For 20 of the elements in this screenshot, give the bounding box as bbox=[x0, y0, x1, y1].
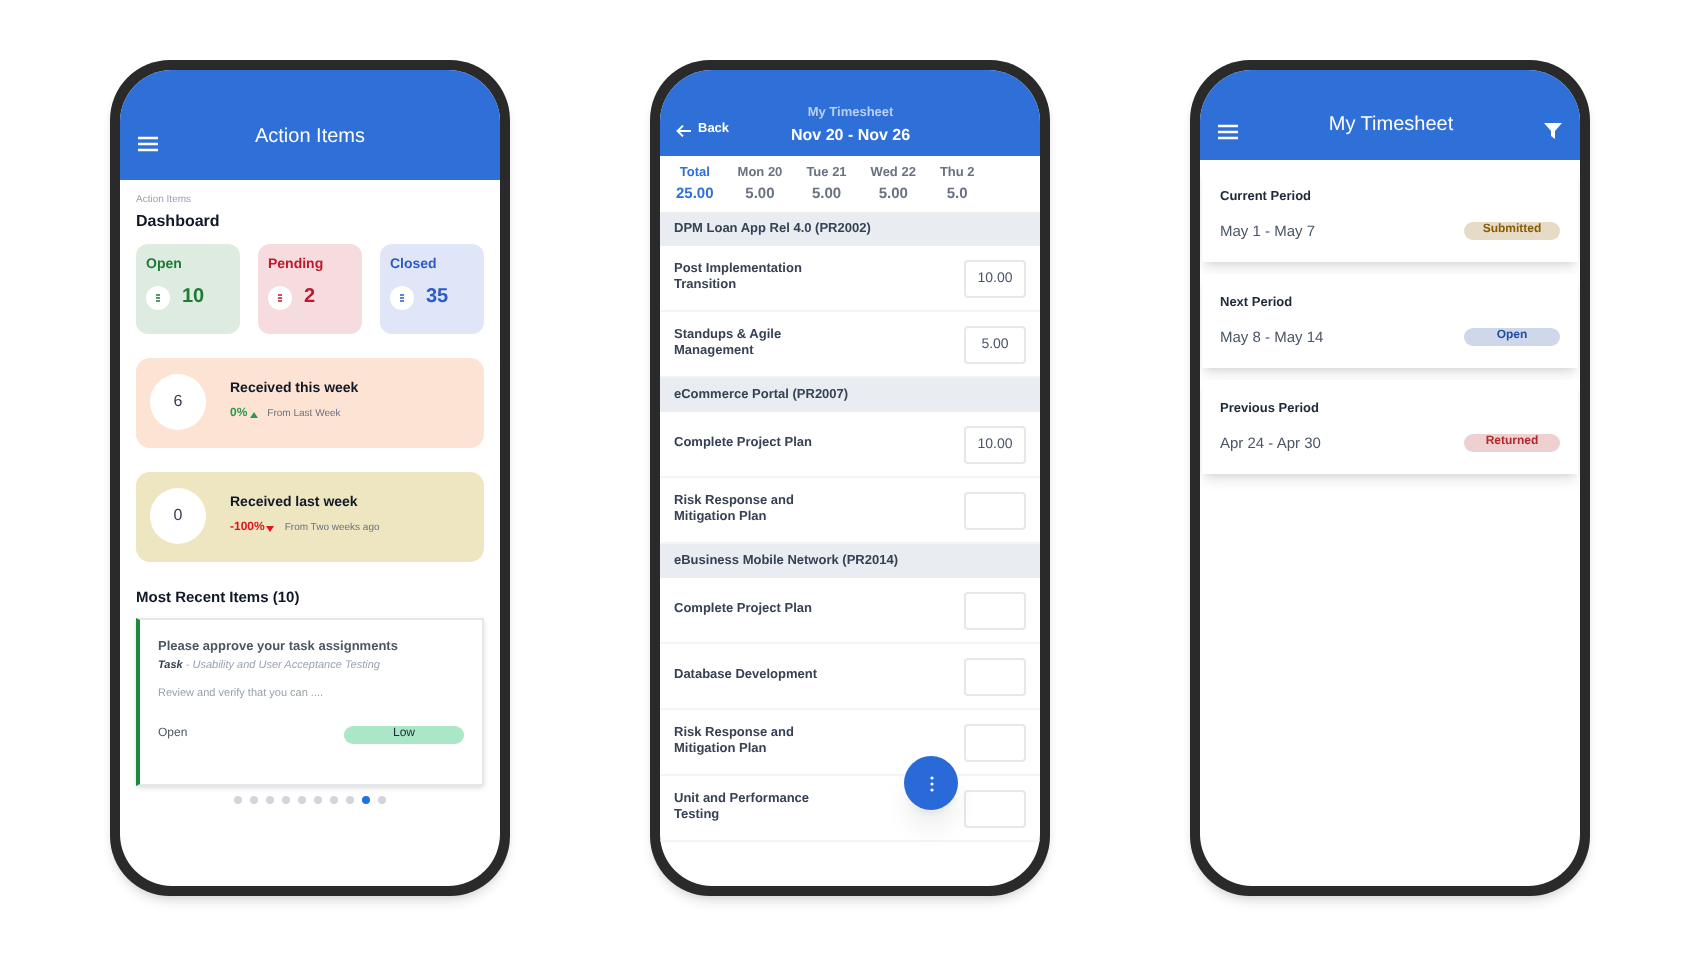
more-button[interactable] bbox=[904, 756, 958, 810]
hours-input[interactable] bbox=[964, 789, 1026, 827]
hours-input[interactable] bbox=[964, 491, 1026, 529]
list-icon bbox=[390, 285, 414, 309]
menu-icon[interactable] bbox=[138, 136, 158, 152]
stat-value: 2 bbox=[304, 284, 316, 312]
header-title: My Timesheet bbox=[1326, 112, 1456, 140]
menu-icon[interactable] bbox=[1218, 124, 1238, 140]
list-icon bbox=[268, 285, 292, 309]
stat-value: 35 bbox=[426, 284, 449, 312]
arrow-left-icon bbox=[676, 123, 692, 138]
hours-input[interactable] bbox=[964, 591, 1026, 629]
hours-input[interactable] bbox=[964, 657, 1026, 695]
filter-icon[interactable] bbox=[1544, 122, 1562, 140]
list-icon bbox=[146, 285, 170, 309]
stat-value: 10 bbox=[182, 284, 205, 312]
dashboard-heading: Dashboard bbox=[136, 209, 222, 233]
date-range: Nov 20 - Nov 26 bbox=[790, 124, 911, 148]
hours-input[interactable] bbox=[964, 723, 1026, 761]
header-title: Action Items bbox=[252, 124, 368, 152]
